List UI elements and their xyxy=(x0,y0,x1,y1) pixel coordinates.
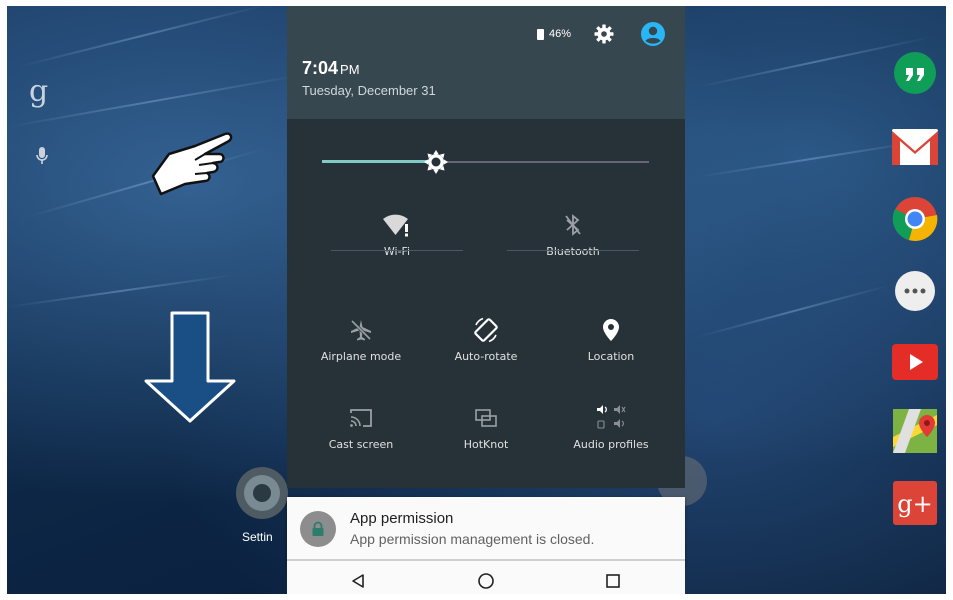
recents-icon[interactable] xyxy=(602,570,624,592)
shade-header: 46% 7:04 PM Tuesday, December 31 xyxy=(287,6,685,119)
brightness-slider[interactable] xyxy=(322,150,649,174)
tile-audio-profiles-label: Audio profiles xyxy=(573,438,649,451)
settings-app-icon[interactable] xyxy=(232,463,292,528)
google-plus-app-icon[interactable]: g+ xyxy=(889,480,941,526)
notification-card[interactable]: App permission App permission management… xyxy=(287,497,685,567)
wallpaper-streak xyxy=(7,273,235,308)
youtube-app-icon[interactable] xyxy=(889,339,941,385)
date-label: Tuesday, December 31 xyxy=(302,83,436,98)
wifi-icon xyxy=(331,211,463,239)
tile-bluetooth-label: Bluetooth xyxy=(546,245,600,258)
wallpaper-streak xyxy=(7,73,303,128)
hotknot-icon xyxy=(420,404,552,432)
notification-shade: 46% 7:04 PM Tuesday, December 31 Wi-Fi B… xyxy=(287,6,685,488)
tile-auto-rotate[interactable]: Auto-rotate xyxy=(420,316,552,363)
battery-status: 46% xyxy=(537,28,571,40)
maps-app-icon[interactable] xyxy=(889,408,941,454)
notification-title: App permission xyxy=(350,510,454,527)
navigation-bar xyxy=(287,567,685,594)
clock-ampm: PM xyxy=(340,62,360,77)
battery-percentage: 46% xyxy=(549,28,572,40)
wallpaper-streak xyxy=(696,284,891,338)
tile-audio-profiles[interactable]: Audio profiles xyxy=(545,404,677,451)
mic-icon[interactable] xyxy=(35,146,49,171)
brightness-fill xyxy=(322,160,436,163)
tile-hotknot-label: HotKnot xyxy=(463,438,509,451)
tile-cast-screen-label: Cast screen xyxy=(328,438,394,451)
tablet-screen: g Settin g+ 46% 7:04 PM Tuesday, Decembe… xyxy=(7,6,946,594)
lock-icon xyxy=(300,511,336,547)
svg-text:g+: g+ xyxy=(897,490,932,518)
notification-divider xyxy=(287,559,685,561)
tile-airplane-mode-label: Airplane mode xyxy=(320,350,402,363)
cast-icon xyxy=(295,404,427,432)
tile-cast-screen[interactable]: Cast screen xyxy=(295,404,427,451)
clock-time: 7:04 xyxy=(302,58,339,78)
gmail-app-icon[interactable] xyxy=(889,124,941,170)
chrome-app-icon[interactable] xyxy=(889,196,941,242)
battery-icon xyxy=(537,28,544,40)
clock: 7:04 PM xyxy=(302,58,360,79)
brightness-icon[interactable] xyxy=(423,149,449,175)
app-drawer-icon[interactable] xyxy=(889,268,941,314)
gear-icon[interactable] xyxy=(594,24,614,49)
tile-location[interactable]: Location xyxy=(545,316,677,363)
notification-text: App permission management is closed. xyxy=(350,531,595,547)
settings-app-label: Settin xyxy=(242,530,273,544)
pointing-hand-icon xyxy=(147,132,237,207)
bluetooth-off-icon xyxy=(507,211,639,239)
tile-wifi-label: Wi-Fi xyxy=(383,245,411,258)
hangouts-app-icon[interactable] xyxy=(889,51,941,97)
swipe-down-arrow-icon xyxy=(142,311,238,428)
tile-auto-rotate-label: Auto-rotate xyxy=(454,350,518,363)
tile-location-label: Location xyxy=(587,350,635,363)
wallpaper-streak xyxy=(16,6,270,68)
user-icon[interactable] xyxy=(640,21,666,52)
back-icon[interactable] xyxy=(347,570,369,592)
tile-divider xyxy=(331,250,463,251)
tile-airplane-mode[interactable]: Airplane mode xyxy=(295,316,427,363)
location-icon xyxy=(545,316,677,344)
auto-rotate-icon xyxy=(420,316,552,344)
audio-profiles-icon xyxy=(545,404,677,432)
tile-hotknot[interactable]: HotKnot xyxy=(420,404,552,451)
home-icon[interactable] xyxy=(475,570,497,592)
google-search-icon[interactable]: g xyxy=(29,74,48,109)
tile-divider xyxy=(507,250,639,251)
airplane-off-icon xyxy=(295,316,427,344)
